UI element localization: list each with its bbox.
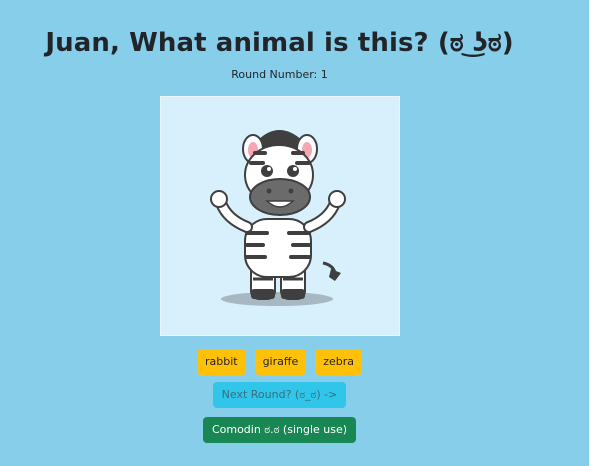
- comodin-button[interactable]: Comodin ಠ.ಠ (single use): [202, 417, 357, 443]
- round-number: Round Number: 1: [231, 68, 328, 81]
- game-container: Juan, What animal is this? (ಠ ͜ʖಠ) Round…: [0, 0, 559, 443]
- next-round-button[interactable]: Next Round? (ಠ_ಠ) ->: [212, 382, 347, 408]
- choice-zebra-button[interactable]: zebra: [315, 349, 363, 375]
- answer-choices: rabbit giraffe zebra: [196, 349, 363, 375]
- page-title: Juan, What animal is this? (ಠ ͜ʖಠ): [45, 28, 514, 58]
- choice-rabbit-button[interactable]: rabbit: [196, 349, 246, 375]
- choice-giraffe-button[interactable]: giraffe: [254, 349, 307, 375]
- zebra-icon: [209, 130, 346, 306]
- animal-image: [159, 96, 400, 336]
